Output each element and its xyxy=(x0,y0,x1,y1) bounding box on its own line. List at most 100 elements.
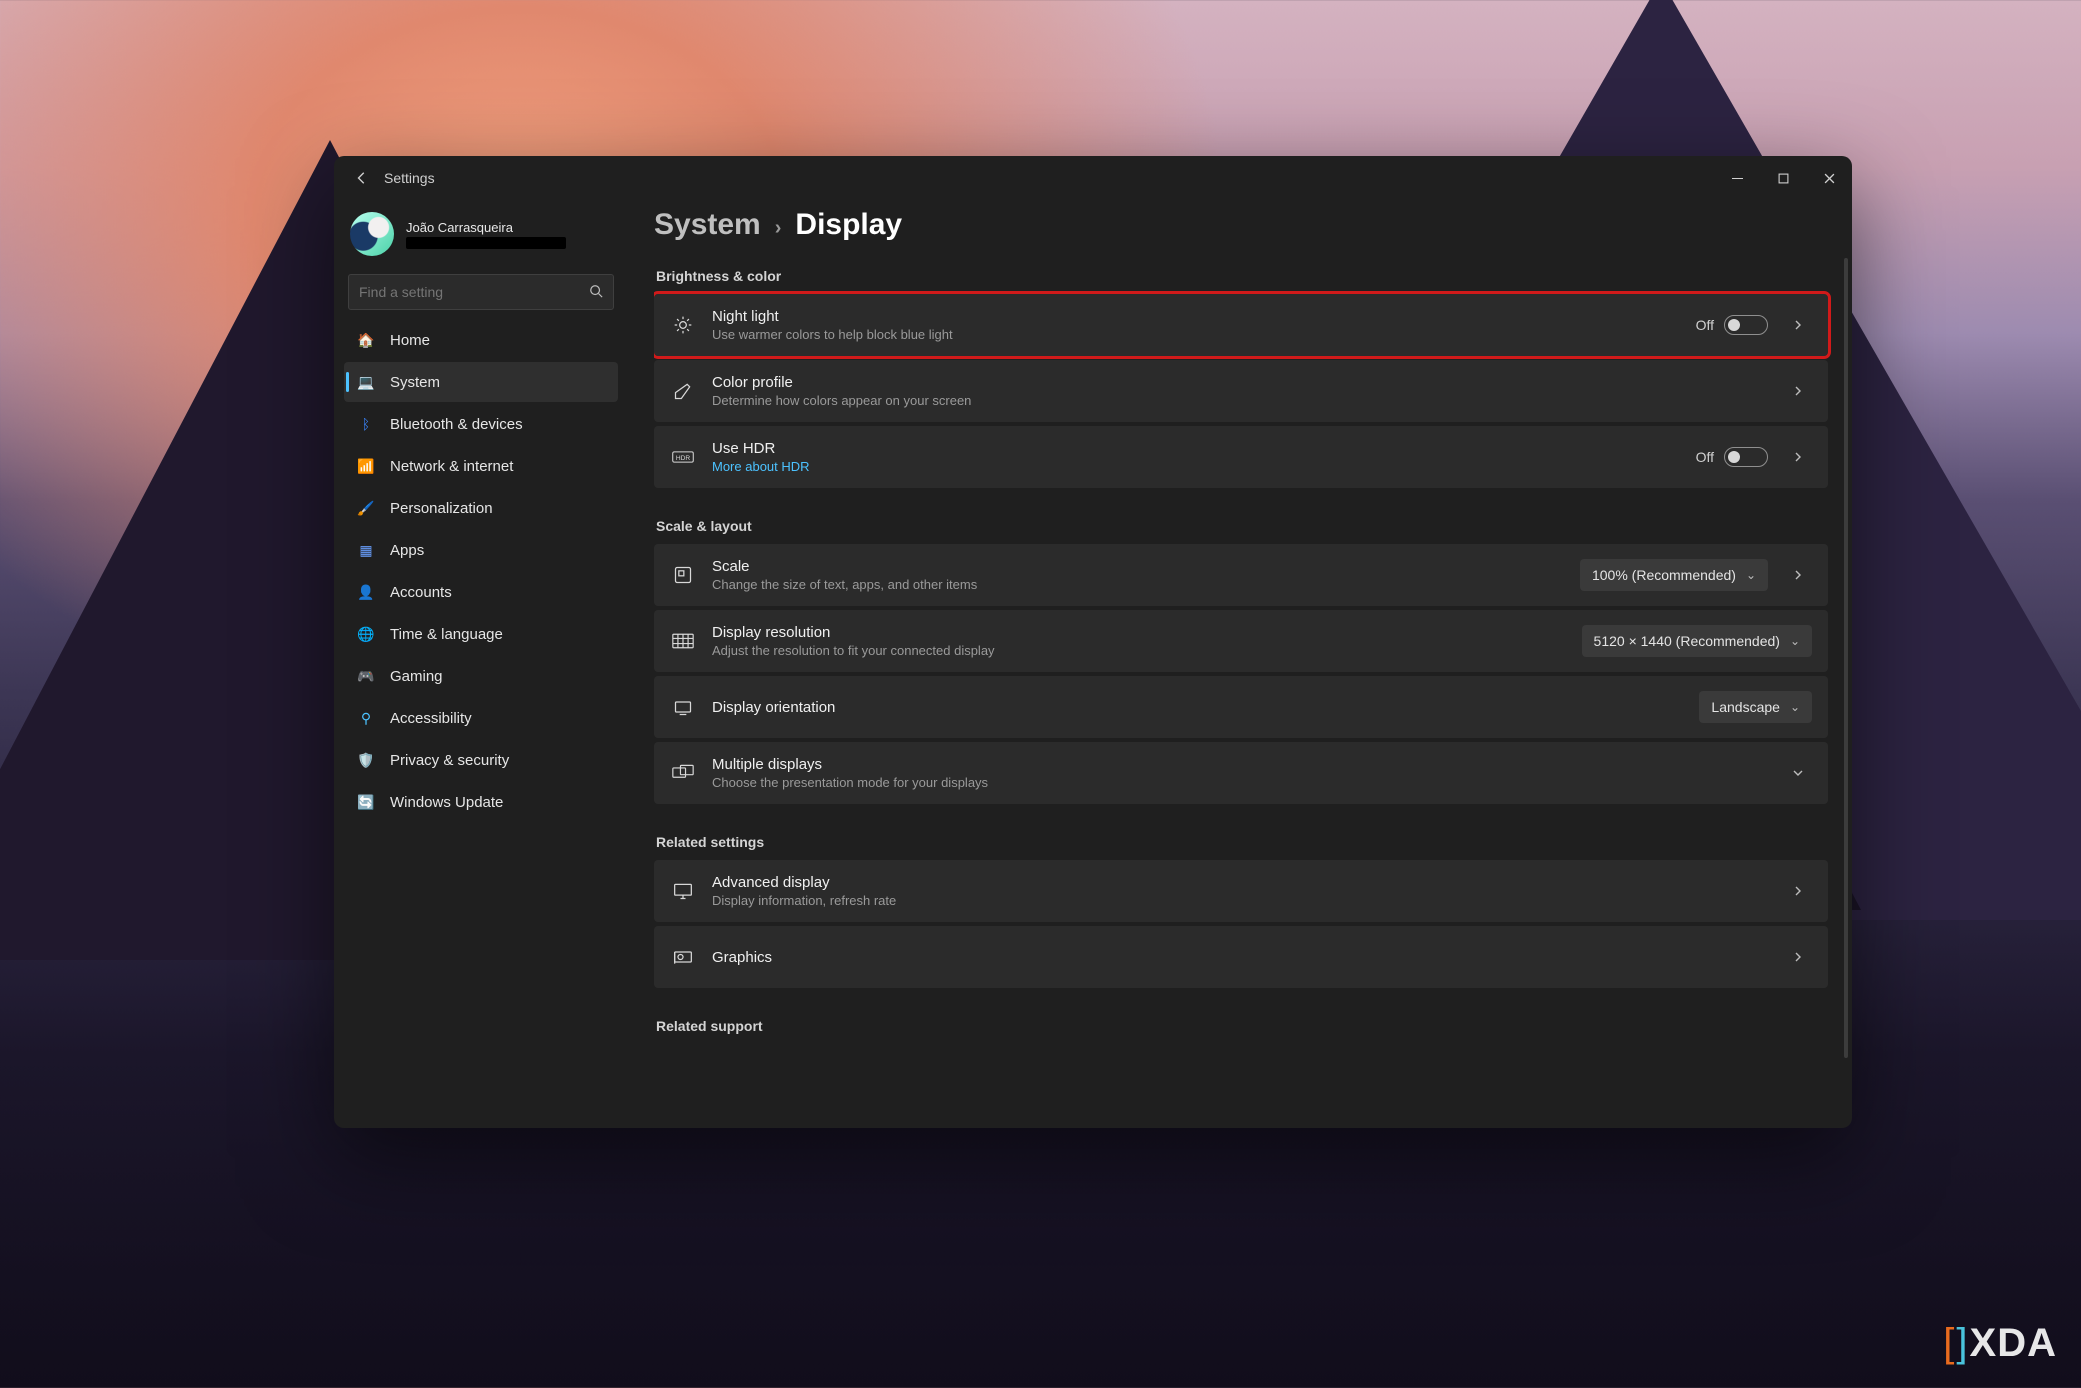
sidebar-item-time[interactable]: 🌐Time & language xyxy=(344,614,618,654)
resolution-icon xyxy=(670,628,696,654)
sidebar-item-system[interactable]: 💻 System xyxy=(344,362,618,402)
section-label-scale: Scale & layout xyxy=(656,518,1826,534)
maximize-button[interactable] xyxy=(1760,156,1806,200)
settings-scroll[interactable]: Brightness & color Night lightUse warmer… xyxy=(654,258,1842,1128)
dropdown-orient[interactable]: Landscape⌄ xyxy=(1699,691,1812,723)
sidebar-item-label: Network & internet xyxy=(390,458,513,475)
sidebar-item-gaming[interactable]: 🎮Gaming xyxy=(344,656,618,696)
sidebar-item-label: Bluetooth & devices xyxy=(390,416,523,433)
breadcrumb-parent[interactable]: System xyxy=(654,208,761,242)
close-button[interactable] xyxy=(1806,156,1852,200)
sidebar-item-label: Apps xyxy=(390,542,424,559)
row-res[interactable]: Display resolutionAdjust the resolution … xyxy=(654,610,1828,672)
search-icon xyxy=(579,284,613,301)
palette-icon xyxy=(670,378,696,404)
main-panel: System › Display Brightness & color Nigh… xyxy=(628,200,1852,1128)
dropdown-value: Landscape xyxy=(1711,699,1780,715)
pers-icon: 🖌️ xyxy=(356,498,376,518)
row-link[interactable]: More about HDR xyxy=(712,459,810,474)
scale-icon xyxy=(670,562,696,588)
scrollbar[interactable] xyxy=(1844,258,1848,1058)
app-title: Settings xyxy=(384,170,435,186)
section-label-related: Related settings xyxy=(656,834,1826,850)
home-icon: 🏠 xyxy=(356,330,376,350)
row-color-profile[interactable]: Color profile Determine how colors appear… xyxy=(654,360,1828,422)
chevron-right-icon xyxy=(1784,949,1812,965)
sidebar-item-apps[interactable]: ▦Apps xyxy=(344,530,618,570)
sidebar-item-label: Accessibility xyxy=(390,710,472,727)
priv-icon: 🛡️ xyxy=(356,750,376,770)
chevron-right-icon xyxy=(1784,383,1812,399)
chevron-down-icon: ⌄ xyxy=(1790,634,1800,648)
sidebar-item-home[interactable]: 🏠 Home xyxy=(344,320,618,360)
dropdown-res[interactable]: 5120 × 1440 (Recommended) ⌄ xyxy=(1582,625,1812,657)
row-title: Advanced display xyxy=(712,874,896,891)
multi-icon xyxy=(670,760,696,786)
row-desc: Determine how colors appear on your scre… xyxy=(712,393,971,408)
dropdown-scale[interactable]: 100% (Recommended)⌄ xyxy=(1580,559,1768,591)
sidebar-item-pers[interactable]: 🖌️ Personalization xyxy=(344,488,618,528)
row-desc: Choose the presentation mode for your di… xyxy=(712,775,988,790)
row-multi[interactable]: Multiple displays Choose the presentation… xyxy=(654,742,1828,804)
page-title: Display xyxy=(795,208,902,242)
row-title: Night light xyxy=(712,308,953,325)
chevron-right-icon xyxy=(1784,449,1812,465)
account-email-redacted xyxy=(406,237,566,249)
toggle-night-light[interactable] xyxy=(1724,315,1768,335)
monitor-icon xyxy=(670,878,696,904)
sidebar-item-net[interactable]: 📶 Network & internet xyxy=(344,446,618,486)
sidebar-item-label: Personalization xyxy=(390,500,493,517)
row-title: Display orientation xyxy=(712,699,835,716)
toggle-state: Off xyxy=(1696,317,1714,333)
titlebar: Settings xyxy=(334,156,1852,200)
sidebar: João Carrasqueira 🏠 Home 💻 System ᛒ Bluetooth… xyxy=(334,200,628,1128)
close-icon xyxy=(1824,173,1835,184)
row-desc: Change the size of text, apps, and other… xyxy=(712,577,977,592)
gpu-icon xyxy=(670,944,696,970)
sidebar-item-bt[interactable]: ᛒ Bluetooth & devices xyxy=(344,404,618,444)
row-adv[interactable]: Advanced display Display information, ref… xyxy=(654,860,1828,922)
sidebar-item-acc[interactable]: 👤Accounts xyxy=(344,572,618,612)
row-scale[interactable]: Scale Change the size of text, apps, and … xyxy=(654,544,1828,606)
toggle-state: Off xyxy=(1696,449,1714,465)
account-block[interactable]: João Carrasqueira xyxy=(344,204,618,268)
watermark: [] XDA xyxy=(1943,1321,2057,1366)
chevron-right-icon xyxy=(1784,317,1812,333)
chevron-right-icon xyxy=(1784,567,1812,583)
row-title: Multiple displays xyxy=(712,756,988,773)
gaming-icon: 🎮 xyxy=(356,666,376,686)
chevron-down-icon: ⌄ xyxy=(1746,568,1756,582)
net-icon: 📶 xyxy=(356,456,376,476)
sidebar-item-a11y[interactable]: ⚲ Accessibility xyxy=(344,698,618,738)
row-hdr[interactable]: HDR Use HDR More about HDR Off xyxy=(654,426,1828,488)
dropdown-value: 5120 × 1440 (Recommended) xyxy=(1594,633,1780,649)
sidebar-item-wu[interactable]: 🔄 Windows Update xyxy=(344,782,618,822)
settings-window: Settings João Carrasqueira xyxy=(334,156,1852,1128)
row-title: Color profile xyxy=(712,374,971,391)
row-night-light[interactable]: Night light Use warmer colors to help blo… xyxy=(654,294,1828,356)
sidebar-item-label: Windows Update xyxy=(390,794,503,811)
a11y-icon: ⚲ xyxy=(356,708,376,728)
sidebar-item-priv[interactable]: 🛡️ Privacy & security xyxy=(344,740,618,780)
system-icon: 💻 xyxy=(356,372,376,392)
search-box[interactable] xyxy=(348,274,614,310)
back-button[interactable] xyxy=(346,162,378,194)
svg-text:HDR: HDR xyxy=(676,455,691,462)
row-orient[interactable]: Display orientation Landscape⌄ xyxy=(654,676,1828,738)
sidebar-item-label: Privacy & security xyxy=(390,752,509,769)
row-title: Scale xyxy=(712,558,977,575)
row-gfx[interactable]: Graphics xyxy=(654,926,1828,988)
row-desc: Display information, refresh rate xyxy=(712,893,896,908)
row-desc: Use warmer colors to help block blue lig… xyxy=(712,327,953,342)
sidebar-item-label: Home xyxy=(390,332,430,349)
row-title: Use HDR xyxy=(712,440,810,457)
window-controls xyxy=(1714,156,1852,200)
sidebar-item-label: System xyxy=(390,374,440,391)
back-arrow-icon xyxy=(355,171,369,185)
search-input[interactable] xyxy=(359,284,579,300)
row-desc: Adjust the resolution to fit your connec… xyxy=(712,643,995,658)
bt-icon: ᛒ xyxy=(356,414,376,434)
toggle-hdr[interactable] xyxy=(1724,447,1768,467)
wu-icon: 🔄 xyxy=(356,792,376,812)
minimize-button[interactable] xyxy=(1714,156,1760,200)
